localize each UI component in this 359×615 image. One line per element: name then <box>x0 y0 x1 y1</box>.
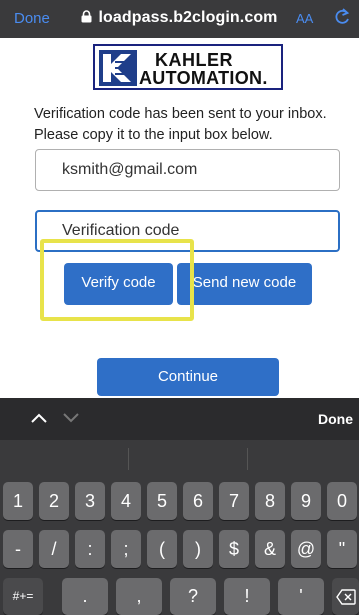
email-field[interactable]: ksmith@gmail.com <box>35 149 340 191</box>
logo-mark-icon <box>99 50 137 91</box>
backspace-key[interactable] <box>332 578 359 615</box>
key-colon[interactable]: : <box>75 530 105 568</box>
key-dollar[interactable]: $ <box>219 530 249 568</box>
key-exclamation[interactable]: ! <box>224 578 270 615</box>
kahler-automation-logo: KAHLER AUTOMATION. <box>93 44 283 90</box>
backspace-icon <box>335 589 356 605</box>
keyboard-accessory-bar: Done <box>0 398 359 440</box>
key-4[interactable]: 4 <box>111 482 141 520</box>
predict-divider <box>128 448 129 470</box>
key-symbols[interactable]: #+= <box>3 578 43 615</box>
key-close-paren[interactable]: ) <box>183 530 213 568</box>
predictive-bar <box>0 440 359 478</box>
url-text: loadpass.b2clogin.com <box>98 9 278 26</box>
keyboard-done-button[interactable]: Done <box>318 411 353 427</box>
key-at[interactable]: @ <box>291 530 321 568</box>
key-1[interactable]: 1 <box>3 482 33 520</box>
key-quote[interactable]: " <box>327 530 357 568</box>
key-comma[interactable]: , <box>116 578 162 615</box>
browser-toolbar: Done loadpass.b2clogin.com AA <box>0 0 359 38</box>
key-slash[interactable]: / <box>39 530 69 568</box>
key-ampersand[interactable]: & <box>255 530 285 568</box>
key-2[interactable]: 2 <box>39 482 69 520</box>
text-size-button[interactable]: AA <box>296 11 313 26</box>
key-open-paren[interactable]: ( <box>147 530 177 568</box>
key-8[interactable]: 8 <box>255 482 285 520</box>
lock-icon <box>81 10 92 28</box>
predict-divider <box>247 448 248 470</box>
numeric-keyboard: 1 2 3 4 5 6 7 8 9 0 - / : ; ( ) $ & @ " … <box>0 440 359 615</box>
reload-icon[interactable] <box>333 6 351 33</box>
key-period[interactable]: . <box>62 578 108 615</box>
verification-page: KAHLER AUTOMATION. Verification code has… <box>0 38 359 398</box>
verification-message: Verification code has been sent to your … <box>34 106 327 143</box>
chevron-up-icon[interactable] <box>30 411 48 429</box>
key-5[interactable]: 5 <box>147 482 177 520</box>
send-new-code-button[interactable]: Send new code <box>177 263 312 305</box>
key-0[interactable]: 0 <box>327 482 357 520</box>
key-7[interactable]: 7 <box>219 482 249 520</box>
key-semicolon[interactable]: ; <box>111 530 141 568</box>
key-question[interactable]: ? <box>170 578 216 615</box>
logo-text-line2: AUTOMATION. <box>139 68 268 88</box>
key-9[interactable]: 9 <box>291 482 321 520</box>
continue-button[interactable]: Continue <box>97 358 279 396</box>
chevron-down-icon[interactable] <box>62 411 80 429</box>
key-apostrophe[interactable]: ' <box>278 578 324 615</box>
key-3[interactable]: 3 <box>75 482 105 520</box>
key-6[interactable]: 6 <box>183 482 213 520</box>
key-hyphen[interactable]: - <box>3 530 33 568</box>
highlight-box <box>40 239 194 321</box>
